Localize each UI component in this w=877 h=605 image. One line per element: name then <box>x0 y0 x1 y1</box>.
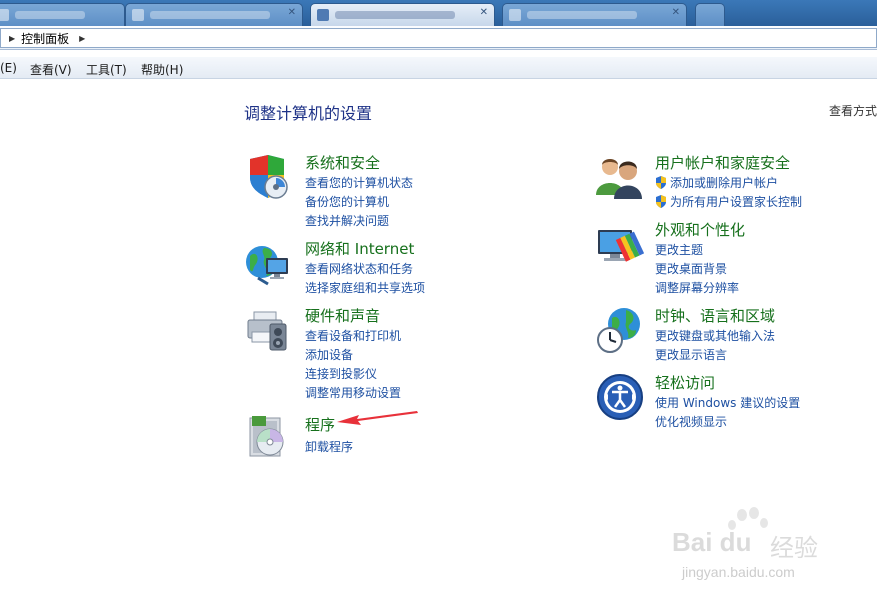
category-appearance-title[interactable]: 外观和个性化 <box>655 219 745 240</box>
link-change-display-language[interactable]: 更改显示语言 <box>655 346 727 363</box>
category-programs-title[interactable]: 程序 <box>305 414 335 435</box>
programs-icon <box>249 416 284 457</box>
link-optimize-display[interactable]: 优化视频显示 <box>655 413 727 430</box>
tab-favicon-icon <box>0 9 9 21</box>
browser-tab-bar: ✕ ✕ ✕ <box>0 0 877 26</box>
category-user-accounts-title[interactable]: 用户帐户和家庭安全 <box>655 152 790 173</box>
tab-favicon-icon <box>132 9 144 21</box>
network-internet-icon <box>246 246 288 286</box>
category-hardware-sound-title[interactable]: 硬件和声音 <box>305 305 380 326</box>
view-by-label: 查看方式 <box>829 104 877 118</box>
menu-help[interactable]: 帮助(H) <box>141 61 183 78</box>
link-mobility-settings[interactable]: 调整常用移动设置 <box>305 384 401 401</box>
hardware-sound-icon <box>247 311 287 351</box>
category-clock-language-title[interactable]: 时钟、语言和区域 <box>655 305 775 326</box>
link-screen-resolution[interactable]: 调整屏幕分辨率 <box>655 279 739 296</box>
link-devices-printers[interactable]: 查看设备和打印机 <box>305 327 401 344</box>
link-change-background[interactable]: 更改桌面背景 <box>655 260 727 277</box>
link-label: 添加或删除用户帐户 <box>670 176 779 190</box>
clock-language-region-icon <box>597 308 640 353</box>
menu-bar: (E) 查看(V) 工具(T) 帮助(H) <box>0 57 877 79</box>
watermark-url: jingyan.baidu.com <box>682 564 795 580</box>
uac-shield-icon <box>656 195 666 208</box>
link-recommended-settings[interactable]: 使用 Windows 建议的设置 <box>655 394 800 411</box>
appearance-personalization-icon <box>598 230 644 262</box>
menu-tools[interactable]: 工具(T) <box>86 61 127 78</box>
category-system-security-title[interactable]: 系统和安全 <box>305 152 380 173</box>
link-change-theme[interactable]: 更改主题 <box>655 241 703 258</box>
system-security-icon <box>250 155 288 199</box>
tab-3[interactable]: ✕ <box>310 3 495 26</box>
tab-2[interactable]: ✕ <box>125 3 303 26</box>
watermark-brand: Bai du <box>672 527 752 557</box>
menu-view[interactable]: 查看(V) <box>30 61 72 78</box>
watermark-jingyan: 经验 <box>770 534 818 562</box>
link-network-status[interactable]: 查看网络状态和任务 <box>305 260 413 277</box>
annotation-arrow-icon <box>337 411 418 425</box>
breadcrumb-control-panel[interactable]: 控制面板 <box>21 30 69 47</box>
user-accounts-icon <box>596 159 642 199</box>
link-troubleshoot[interactable]: 查找并解决问题 <box>305 212 389 229</box>
link-uninstall-program[interactable]: 卸载程序 <box>305 438 353 455</box>
link-view-computer-status[interactable]: 查看您的计算机状态 <box>305 174 413 191</box>
new-tab-button[interactable] <box>695 3 725 26</box>
tab-1[interactable] <box>0 3 125 26</box>
link-homegroup-sharing[interactable]: 选择家庭组和共享选项 <box>305 279 425 296</box>
address-bar: ▶ 控制面板 ▶ <box>0 26 877 50</box>
menu-edit[interactable]: (E) <box>0 61 17 75</box>
close-icon[interactable]: ✕ <box>672 7 680 18</box>
address-field[interactable]: ▶ 控制面板 ▶ <box>0 28 877 48</box>
ease-of-access-icon <box>597 374 643 420</box>
category-ease-of-access-title[interactable]: 轻松访问 <box>655 372 715 393</box>
link-label: 为所有用户设置家长控制 <box>670 195 803 209</box>
tab-4[interactable]: ✕ <box>502 3 687 26</box>
chevron-right-icon[interactable]: ▶ <box>79 34 85 43</box>
close-icon[interactable]: ✕ <box>480 7 488 18</box>
link-change-input-method[interactable]: 更改键盘或其他输入法 <box>655 327 775 344</box>
close-icon[interactable]: ✕ <box>288 7 296 18</box>
link-connect-projector[interactable]: 连接到投影仪 <box>305 365 377 382</box>
link-add-remove-accounts[interactable]: 添加或删除用户帐户 <box>655 174 778 191</box>
tab-favicon-icon <box>509 9 521 21</box>
category-network-internet-title[interactable]: 网络和 Internet <box>305 238 414 259</box>
page-title: 调整计算机的设置 <box>244 104 373 123</box>
link-parental-controls[interactable]: 为所有用户设置家长控制 <box>655 193 802 210</box>
link-backup-computer[interactable]: 备份您的计算机 <box>305 193 389 210</box>
uac-shield-icon <box>656 176 666 189</box>
tab-favicon-icon <box>317 9 329 21</box>
link-add-device[interactable]: 添加设备 <box>305 346 353 363</box>
chevron-right-icon[interactable]: ▶ <box>9 34 15 43</box>
